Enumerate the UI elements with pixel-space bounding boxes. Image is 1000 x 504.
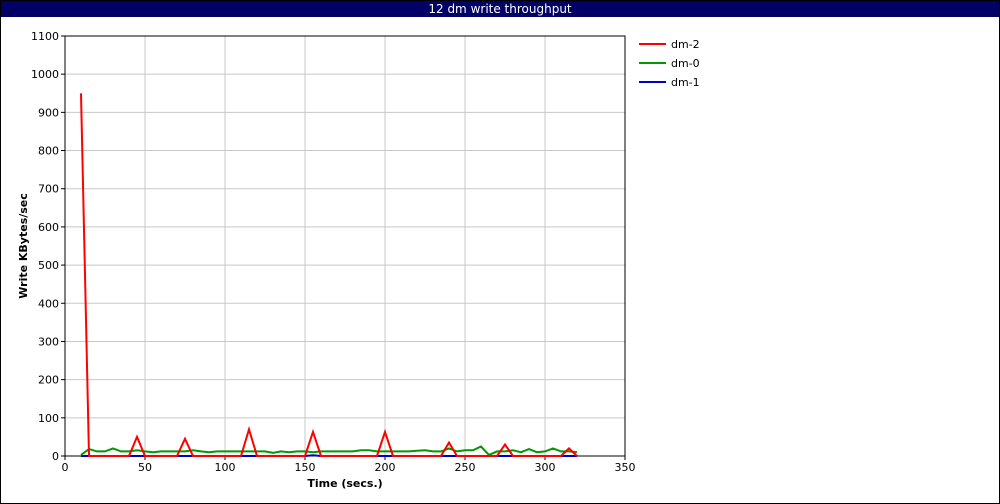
y-axis-title: Write KBytes/sec	[17, 193, 30, 299]
x-tick-label: 250	[455, 461, 476, 474]
x-axis: 0 50 100 150 200 250 300 350	[62, 456, 636, 474]
y-tick-label: 800	[38, 145, 59, 158]
x-tick-label: 150	[295, 461, 316, 474]
legend-label: dm-1	[671, 76, 700, 89]
y-tick-label: 1000	[31, 68, 59, 81]
x-tick-label: 300	[535, 461, 556, 474]
y-tick-label: 500	[38, 259, 59, 272]
x-axis-title: Time (secs.)	[307, 477, 382, 490]
x-tick-label: 0	[62, 461, 69, 474]
series-lines	[80, 93, 578, 457]
grid-lines	[65, 36, 625, 456]
legend: dm-2 dm-0 dm-1	[639, 38, 700, 89]
legend-label: dm-2	[671, 38, 700, 51]
series-line-dm-2	[80, 93, 578, 457]
y-tick-label: 900	[38, 106, 59, 119]
chart-canvas: 0 100 200 300 400 500 600 700 800 900 1000 1100 0 50…	[17, 30, 700, 490]
plot-area	[64, 35, 626, 457]
y-tick-label: 600	[38, 221, 59, 234]
y-tick-label: 1100	[31, 30, 59, 43]
legend-label: dm-0	[671, 57, 700, 70]
y-tick-label: 400	[38, 297, 59, 310]
x-tick-label: 200	[375, 461, 396, 474]
y-tick-label: 100	[38, 412, 59, 425]
y-tick-label: 700	[38, 183, 59, 196]
x-tick-label: 100	[215, 461, 236, 474]
y-tick-label: 200	[38, 374, 59, 387]
x-tick-label: 350	[615, 461, 636, 474]
y-axis: 0 100 200 300 400 500 600 700 800 900 1000 1100	[31, 30, 65, 463]
y-tick-label: 0	[52, 450, 59, 463]
y-tick-label: 300	[38, 335, 59, 348]
x-tick-label: 50	[138, 461, 152, 474]
